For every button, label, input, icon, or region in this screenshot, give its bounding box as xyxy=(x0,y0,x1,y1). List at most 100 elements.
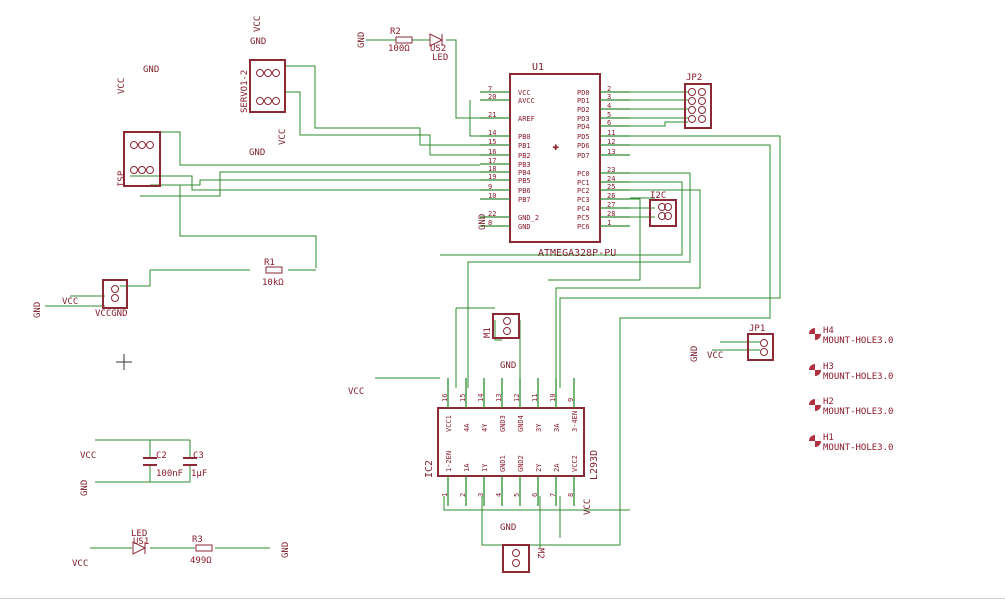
ic2-pin-number: 1 xyxy=(441,493,449,497)
ic2-pin-name: 3-4EN xyxy=(571,411,579,432)
u1-pin-name: PD1 xyxy=(577,97,590,105)
u1-pin-number: 22 xyxy=(488,210,496,218)
u1-pin-name: PC1 xyxy=(577,179,590,187)
us1-name: US1 xyxy=(133,537,149,547)
u1-pin-name: GND_2 xyxy=(518,214,539,222)
u1-pin-number: 26 xyxy=(607,192,615,200)
servo-pads xyxy=(256,69,280,105)
mount-hole-h4[interactable]: H4 MOUNT-HOLE3.0 xyxy=(809,326,893,346)
r2-body xyxy=(395,36,413,44)
isp-pads xyxy=(130,141,154,174)
r3-body xyxy=(195,544,213,552)
jp2-header[interactable]: JP2 xyxy=(684,73,712,129)
u1-pin-name: PC4 xyxy=(577,205,590,213)
u1-pin-number: 13 xyxy=(607,148,615,156)
mount-hole-h1[interactable]: H1 MOUNT-HOLE3.0 xyxy=(809,433,893,453)
mount-holes: H4 MOUNT-HOLE3.0 H3 MOUNT-HOLE3.0 H2 MOU… xyxy=(809,326,893,453)
net-gnd: GND xyxy=(80,480,90,496)
c2-capacitor[interactable]: C2 100nF xyxy=(143,451,183,479)
u1-pin-name: PB2 xyxy=(518,152,531,160)
r2-name: R2 xyxy=(390,27,401,37)
u1-pin-number: 27 xyxy=(607,201,615,209)
u1-pin-name: PC5 xyxy=(577,214,590,222)
vccgnd-pad xyxy=(111,285,119,293)
ic2-pin-number: 11 xyxy=(531,394,539,402)
u1-microcontroller[interactable]: U1 ATMEGA328P-PU + VCC7AVCC20AREF21PB014… xyxy=(480,62,630,259)
us2-led[interactable]: US2 LED xyxy=(429,33,448,63)
ic2-pin-number: 16 xyxy=(441,394,449,402)
ic2-pin-number: 9 xyxy=(567,398,575,402)
u1-pin-name: AVCC xyxy=(518,97,535,105)
net-vcc: VCC xyxy=(80,451,96,461)
jp1-pad xyxy=(760,348,768,356)
u1-pin-number: 2 xyxy=(607,85,611,93)
ic2-pin-name: 1A xyxy=(463,463,471,472)
isp-pad xyxy=(130,141,138,149)
us2-part: LED xyxy=(432,53,448,63)
u1-pin-name: PD7 xyxy=(577,152,590,160)
u1-pin-name: PB4 xyxy=(518,169,531,177)
mount-hole-h3[interactable]: H3 MOUNT-HOLE3.0 xyxy=(809,362,893,382)
isp-pad xyxy=(146,166,154,174)
h3-part: MOUNT-HOLE3.0 xyxy=(823,372,893,382)
isp-body xyxy=(123,131,161,187)
ic2-pin-name: VCC2 xyxy=(571,455,579,472)
ic2-motor-driver[interactable]: IC2 L293D VCC1164A154Y14GND313GND4123Y11… xyxy=(424,378,600,506)
u1-pin-name: PD0 xyxy=(577,89,590,97)
c2-value: 100nF xyxy=(156,469,183,479)
jp2-pad xyxy=(688,106,696,114)
schematic-canvas[interactable]: U1 ATMEGA328P-PU + VCC7AVCC20AREF21PB014… xyxy=(0,0,1005,603)
isp-header[interactable]: ISP xyxy=(117,131,161,187)
r1-value: 10kΩ xyxy=(262,278,284,288)
u1-part: ATMEGA328P-PU xyxy=(538,248,616,259)
m1-pad xyxy=(503,317,511,325)
u1-pin-name: PD4 xyxy=(577,123,590,131)
m2-header[interactable]: M2 xyxy=(502,544,545,573)
us1-led[interactable]: LED US1 xyxy=(131,529,149,555)
servo-label: SERVO1-2 xyxy=(240,70,250,113)
m1-header[interactable]: M1 xyxy=(483,313,520,339)
ic2-pin-name: 1Y xyxy=(481,463,489,472)
mount-hole-h2[interactable]: H2 MOUNT-HOLE3.0 xyxy=(809,397,893,417)
ic2-pin-number: 4 xyxy=(495,493,503,497)
jp2-pad xyxy=(698,106,706,114)
net-gnd: GND xyxy=(690,346,700,362)
ic2-pin-name: 4A xyxy=(463,423,471,432)
net-gnd: GND xyxy=(500,523,516,533)
ic2-pin-number: 12 xyxy=(513,394,521,402)
u1-pin-number: 18 xyxy=(488,165,496,173)
u1-pin-number: 21 xyxy=(488,111,496,119)
net-vcc: VCC xyxy=(707,351,723,361)
u1-pin-name: PC0 xyxy=(577,170,590,178)
ic2-pin-number: 3 xyxy=(477,493,485,497)
ic2-pin-number: 14 xyxy=(477,394,485,402)
c3-value: 1µF xyxy=(191,469,207,479)
ic2-pin-number: 2 xyxy=(459,493,467,497)
u1-pin-name: PD2 xyxy=(577,106,590,114)
servo-header[interactable]: SERVO1-2 xyxy=(240,59,286,113)
u1-right-pins: PD0 2 PD1 3 PD2 4 PD3 5 PD4 6 PD5 11 PD6 12 PD7 13 PC0 23… xyxy=(577,85,630,231)
ic2-top-pins: VCC1 16 4A 15 4Y 14 GND3 13 GND4 12 3Y 11 3A 10 3-4EN 9 xyxy=(441,378,579,432)
u1-pin-number: 17 xyxy=(488,157,496,165)
u1-pin-name: GND xyxy=(518,223,531,231)
net-gnd: GND xyxy=(33,302,43,318)
h3-name: H3 xyxy=(823,362,834,372)
c3-capacitor[interactable]: C3 1µF xyxy=(183,451,207,479)
u1-pin-name: PB6 xyxy=(518,187,531,195)
net-gnd: GND xyxy=(281,542,291,558)
r3-resistor[interactable]: R3 499Ω xyxy=(190,535,213,566)
r1-resistor[interactable]: R1 10kΩ xyxy=(262,258,284,288)
jp1-label: JP1 xyxy=(749,324,765,334)
ic2-pin-name: GND4 xyxy=(517,415,525,432)
ic2-pin-name: 2Y xyxy=(535,463,543,472)
u1-pin-name: PB3 xyxy=(518,161,531,169)
net-vcc: VCC xyxy=(583,499,593,515)
u1-pin-number: 3 xyxy=(607,93,611,101)
c3-name: C3 xyxy=(193,451,204,461)
u1-pin-number: 24 xyxy=(607,175,615,183)
isp-pad xyxy=(138,141,146,149)
net-gnd: GND xyxy=(143,65,159,75)
u1-pin-number: 14 xyxy=(488,129,496,137)
m2-pad xyxy=(512,559,520,567)
net-gnd: GND xyxy=(478,214,488,230)
